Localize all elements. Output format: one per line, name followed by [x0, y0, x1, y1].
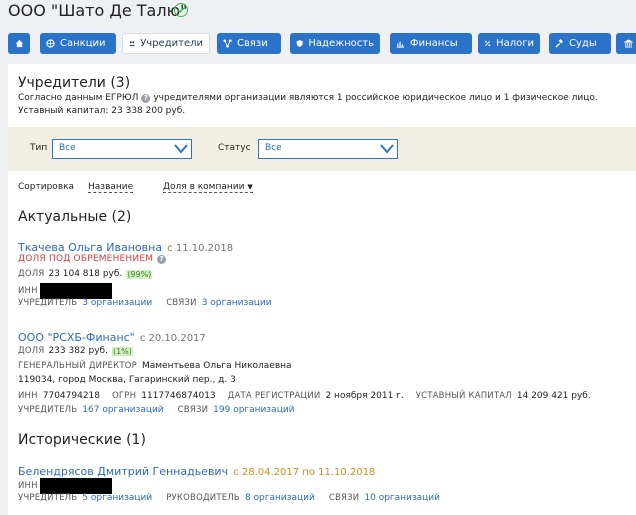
- founder-inn: ИНН: [18, 283, 112, 299]
- verified-check-icon: [174, 3, 188, 17]
- company-name-link[interactable]: ООО "РСХБ-Финанс": [18, 331, 135, 344]
- tab-reliability[interactable]: Надежность: [290, 33, 380, 54]
- tab-sanctions[interactable]: Санкции: [40, 33, 116, 54]
- founder-since: с 11.10.2018: [167, 243, 234, 254]
- links-orgs-link[interactable]: 3 организации: [202, 298, 272, 308]
- company-address: 119034, город Москва, Гагаринский пер., …: [18, 375, 236, 385]
- authorized-capital: Уставный капитал: 23 338 200 руб.: [18, 106, 186, 116]
- head-orgs-link[interactable]: 8 организаций: [245, 493, 315, 503]
- percent-icon: [484, 40, 491, 47]
- company-share: ДОЛЯ 233 382 руб. (1%): [18, 346, 133, 356]
- links-orgs-link[interactable]: 199 организаций: [213, 405, 294, 415]
- founder-orgs-link[interactable]: 3 организации: [82, 298, 152, 308]
- users-icon: [129, 41, 135, 46]
- tab-home[interactable]: [8, 33, 30, 54]
- tab-label: Связи: [237, 38, 268, 49]
- share-percent-badge: (99%): [126, 269, 153, 279]
- founder-entry-rshb: ООО "РСХБ-Финанс" с 20.10.2017: [18, 326, 206, 345]
- bank-icon: [623, 39, 633, 48]
- tab-label: Санкции: [60, 38, 106, 49]
- actual-heading: Актуальные (2): [18, 209, 132, 225]
- company-relations: УЧРЕДИТЕЛЬ 167 организаций СВЯЗИ 199 орг…: [18, 405, 295, 415]
- founder-relations: УЧРЕДИТЕЛЬ 5 организаций РУКОВОДИТЕЛЬ 8 …: [18, 493, 441, 503]
- gavel-icon: [555, 39, 564, 48]
- founder-entry-tkacheva: Ткачева Ольга Ивановна с 11.10.2018: [18, 236, 233, 255]
- tab-label: Суды: [569, 38, 597, 49]
- tab-taxes[interactable]: Налоги: [478, 33, 540, 54]
- historical-heading: Исторические (1): [18, 432, 146, 448]
- redacted-inn: [39, 478, 112, 494]
- company-details: ИНН 7704794218 ОГРН 1117746874013 ДАТА Р…: [18, 391, 591, 401]
- company-title: ООО "Шато Де Талю": [8, 1, 188, 20]
- tab-more[interactable]: [616, 33, 636, 54]
- status-filter-label: Статус: [218, 143, 251, 153]
- home-icon: [15, 39, 23, 48]
- chevron-down-icon: [174, 144, 188, 154]
- tab-finance[interactable]: Финансы: [390, 33, 472, 54]
- share-percent-badge: (1%): [111, 346, 133, 356]
- links-orgs-link[interactable]: 10 организаций: [364, 493, 440, 503]
- tab-courts[interactable]: Суды: [549, 33, 611, 54]
- founder-entry-belendryasov: Белендрясов Дмитрий Геннадьевич с 28.04.…: [18, 460, 375, 479]
- globe-icon: [46, 39, 55, 48]
- network-icon: [223, 39, 232, 48]
- type-filter-select[interactable]: Все: [52, 139, 192, 159]
- sort-label: Сортировка: [18, 182, 75, 192]
- chevron-down-icon: [380, 144, 394, 154]
- tab-label: Финансы: [410, 38, 458, 49]
- founder-relations: УЧРЕДИТЕЛЬ 3 организации СВЯЗИ 3 организ…: [18, 298, 272, 308]
- founder-inn: ИНН: [18, 478, 112, 494]
- tab-label: Налоги: [496, 38, 534, 49]
- tab-founders[interactable]: Учредители: [122, 33, 210, 54]
- company-director: ГЕНЕРАЛЬНЫЙ ДИРЕКТОР Маментьева Ольга Ни…: [18, 361, 292, 371]
- founder-orgs-link[interactable]: 5 организаций: [82, 493, 152, 503]
- sort-arrow-icon: ▼: [247, 183, 253, 191]
- founder-share: ДОЛЯ 23 104 818 руб. (99%): [18, 269, 153, 279]
- help-icon[interactable]: ?: [141, 93, 151, 103]
- shield-icon: [296, 40, 303, 47]
- type-filter-label: Тип: [30, 143, 48, 153]
- sort-by-name[interactable]: Название: [88, 182, 134, 193]
- founder-name-link[interactable]: Белендрясов Дмитрий Геннадьевич: [18, 465, 228, 478]
- help-icon[interactable]: ?: [157, 254, 167, 264]
- founders-description: Согласно данным ЕГРЮЛ ? учредителями орг…: [18, 93, 598, 103]
- encumbrance-notice: ДОЛЯ ПОД ОБРЕМЕНЕНИЕМ ?: [18, 254, 167, 264]
- founder-orgs-link[interactable]: 167 организаций: [82, 405, 163, 415]
- founders-heading: Учредители (3): [18, 75, 131, 91]
- company-since: с 20.10.2017: [139, 333, 206, 344]
- status-filter-select[interactable]: Все: [258, 139, 398, 159]
- chart-icon: [396, 41, 405, 48]
- redacted-inn: [39, 283, 112, 299]
- tab-label: Надежность: [308, 38, 374, 49]
- sort-by-share[interactable]: Доля в компании ▼: [163, 182, 253, 193]
- founder-name-link[interactable]: Ткачева Ольга Ивановна: [18, 241, 162, 254]
- tab-label: Учредители: [140, 38, 203, 49]
- tab-links[interactable]: Связи: [217, 33, 281, 54]
- founder-period: с 28.04.2017 по 11.10.2018: [233, 467, 376, 478]
